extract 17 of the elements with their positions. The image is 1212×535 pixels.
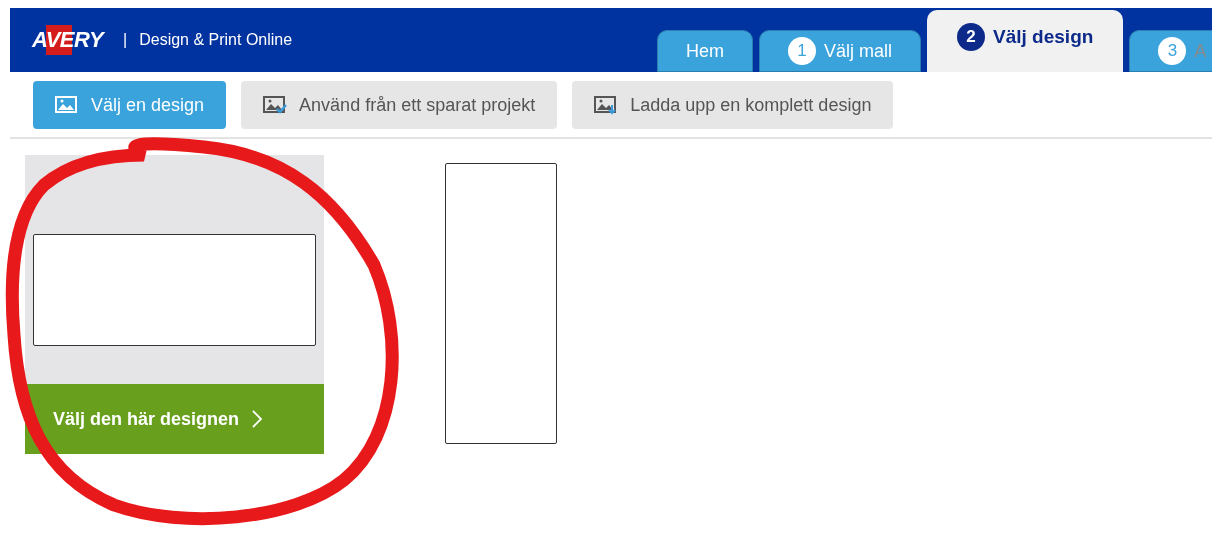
image-check-icon: [263, 95, 288, 115]
chevron-right-icon: [251, 409, 264, 429]
step-tab[interactable]: 1 Välj mall: [759, 30, 922, 72]
step-number: 2: [957, 23, 986, 51]
toolbar-button[interactable]: Ladda upp en komplett design: [572, 81, 894, 129]
separator: |: [123, 30, 128, 50]
step-tab[interactable]: Hem: [657, 30, 753, 72]
image-icon: [55, 95, 79, 115]
app-title: Design & Print Online: [139, 30, 293, 50]
step-number: 3: [1158, 37, 1187, 65]
toolbar-button[interactable]: Använd från ett sparat projekt: [241, 81, 558, 129]
toolbar-button[interactable]: Välj en design: [33, 81, 227, 129]
step-tab[interactable]: 2 Välj design: [927, 10, 1124, 72]
step-number: 1: [788, 37, 816, 65]
step-tab[interactable]: 3 A: [1129, 30, 1212, 72]
choose-design-button[interactable]: Välj den här designen: [25, 384, 324, 454]
image-download-icon: [594, 95, 619, 115]
